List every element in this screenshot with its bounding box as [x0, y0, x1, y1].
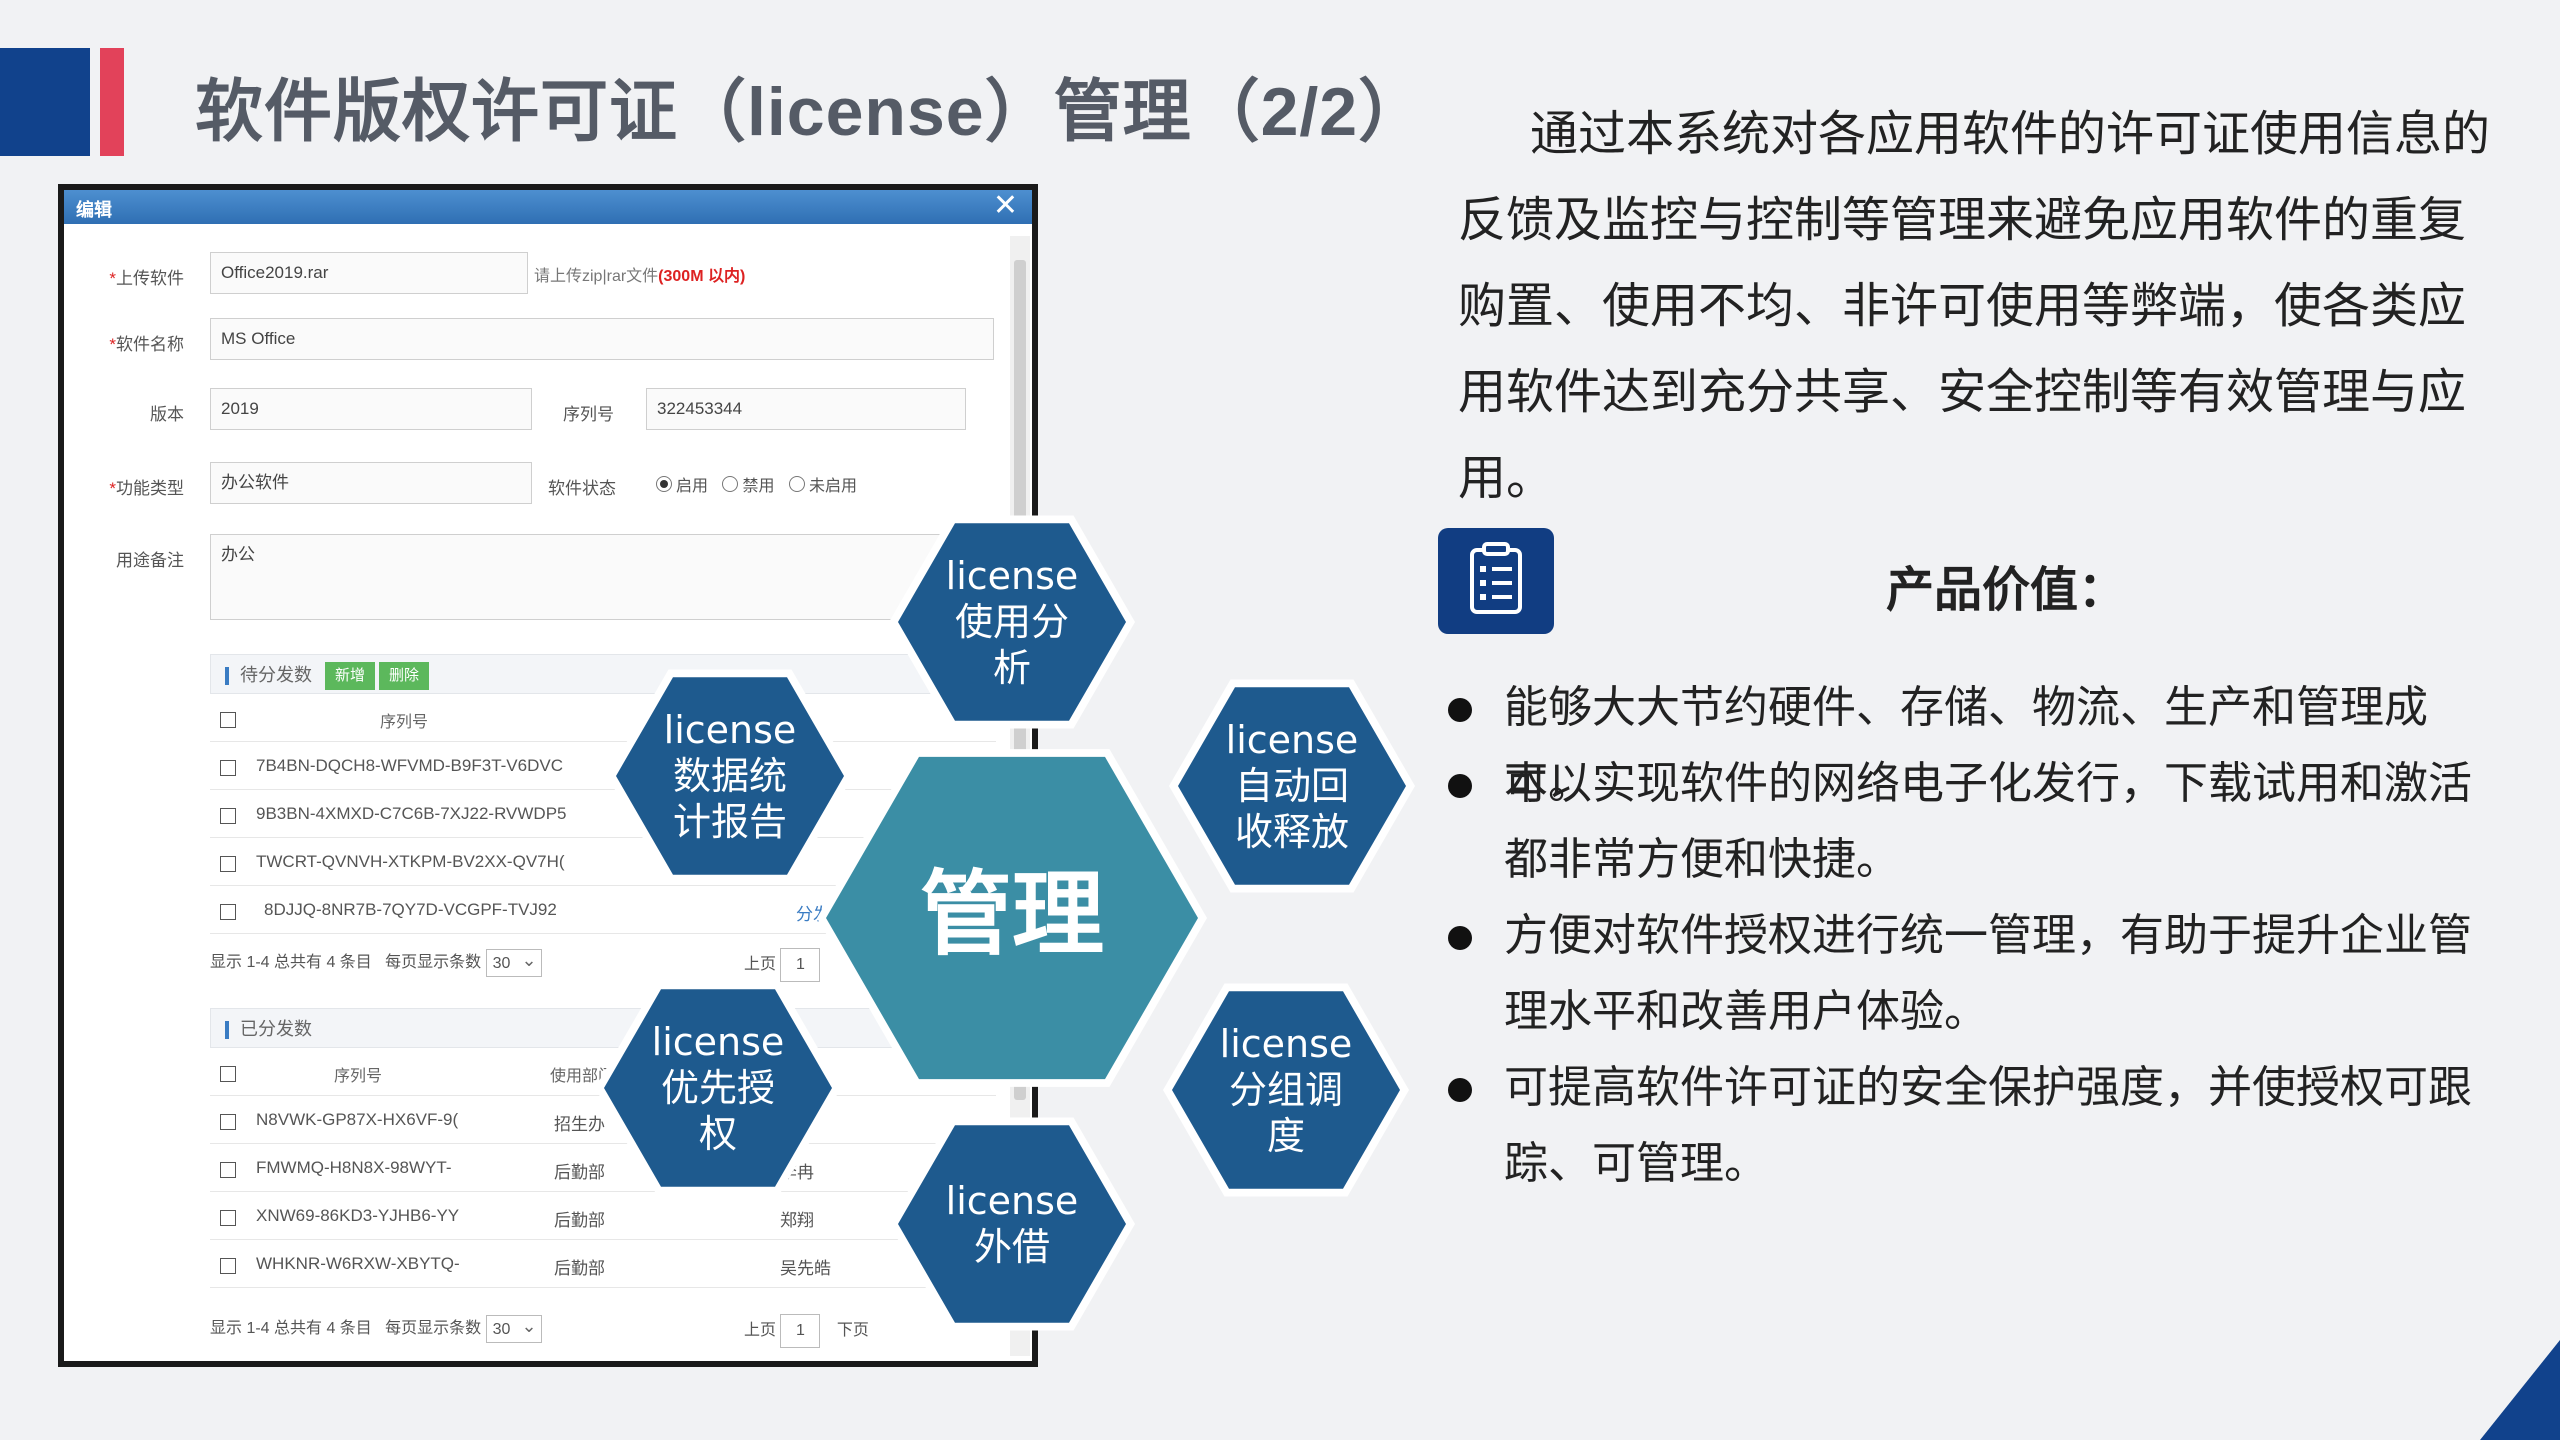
hex-priority-label: license 优先授权	[651, 1020, 785, 1156]
value-title: 产品价值：	[1886, 564, 2127, 617]
hex-lend-label: license 外借	[945, 1179, 1079, 1269]
bullet-icon	[1448, 774, 1472, 798]
hex-center-label: 管理	[919, 861, 1104, 968]
hex-group-label: license 分组调度	[1219, 1022, 1353, 1158]
hex-usage-label: license 使用分析	[945, 554, 1079, 690]
hex-report-label: license 数据统 计报告	[663, 708, 797, 844]
hex-recycle-label: license 自动回 收释放	[1225, 718, 1359, 854]
bullet-icon	[1448, 926, 1472, 950]
intro-paragraph: 通过本系统对各应用软件的许可证使用信息的反馈及监控与控制等管理来避免应用软件的重…	[1458, 108, 2491, 505]
corner-decoration	[2480, 1340, 2560, 1440]
value-item: 方便对软件授权进行统一管理，有助于提升企业管理水平和改善用户体验。	[1448, 898, 2498, 1050]
value-item: 可提高软件许可证的安全保护强度，并使授权可跟踪、可管理。	[1448, 1050, 2498, 1202]
clipboard-list-icon	[1438, 528, 1554, 634]
bullet-icon	[1448, 698, 1472, 722]
bullet-icon	[1448, 1078, 1472, 1102]
value-item: 可以实现软件的网络电子化发行，下载试用和激活都非常方便和快捷。	[1448, 746, 2498, 898]
